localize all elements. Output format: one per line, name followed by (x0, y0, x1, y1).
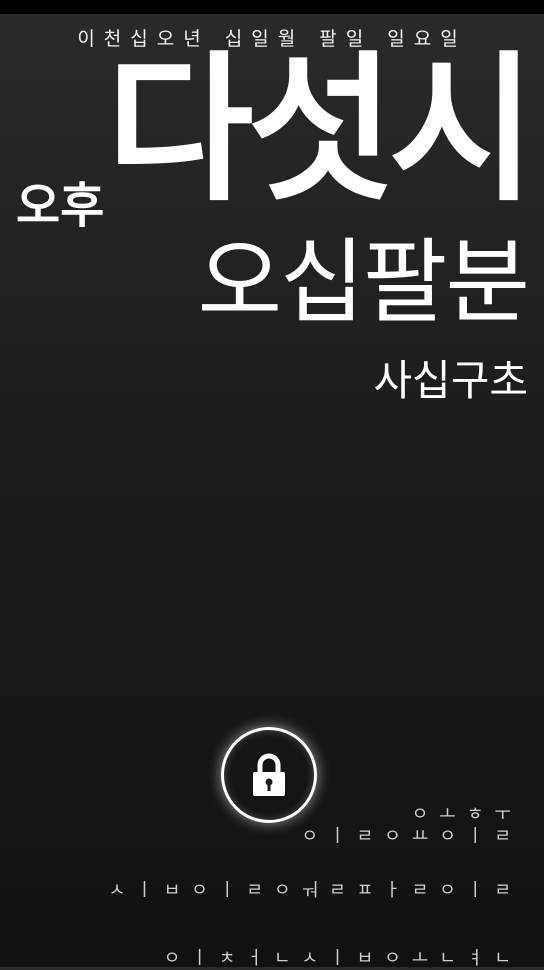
second-label: 사십구초 (373, 356, 528, 405)
hint-monthday-jamo: ㅅㅣㅂㅇㅣㄹㅇㅝㄹㅍㅏㄹㅇㅣㄹ (108, 880, 522, 901)
unlock-button[interactable] (221, 727, 317, 823)
padlock-icon (253, 753, 285, 796)
status-bar (0, 0, 544, 14)
hour-label: 다섯시 (106, 36, 536, 223)
minute-label: 오십팔분 (197, 229, 530, 336)
hint-year-jamo: ㅇㅣㅊㅓㄴㅅㅣㅂㅇㅗㄴㅕㄴ (163, 948, 522, 969)
ampm-label: 오후 (16, 178, 105, 234)
hint-weekday-jamo: ㅇㅣㄹㅇㅛㅇㅣㄹ (301, 826, 522, 847)
